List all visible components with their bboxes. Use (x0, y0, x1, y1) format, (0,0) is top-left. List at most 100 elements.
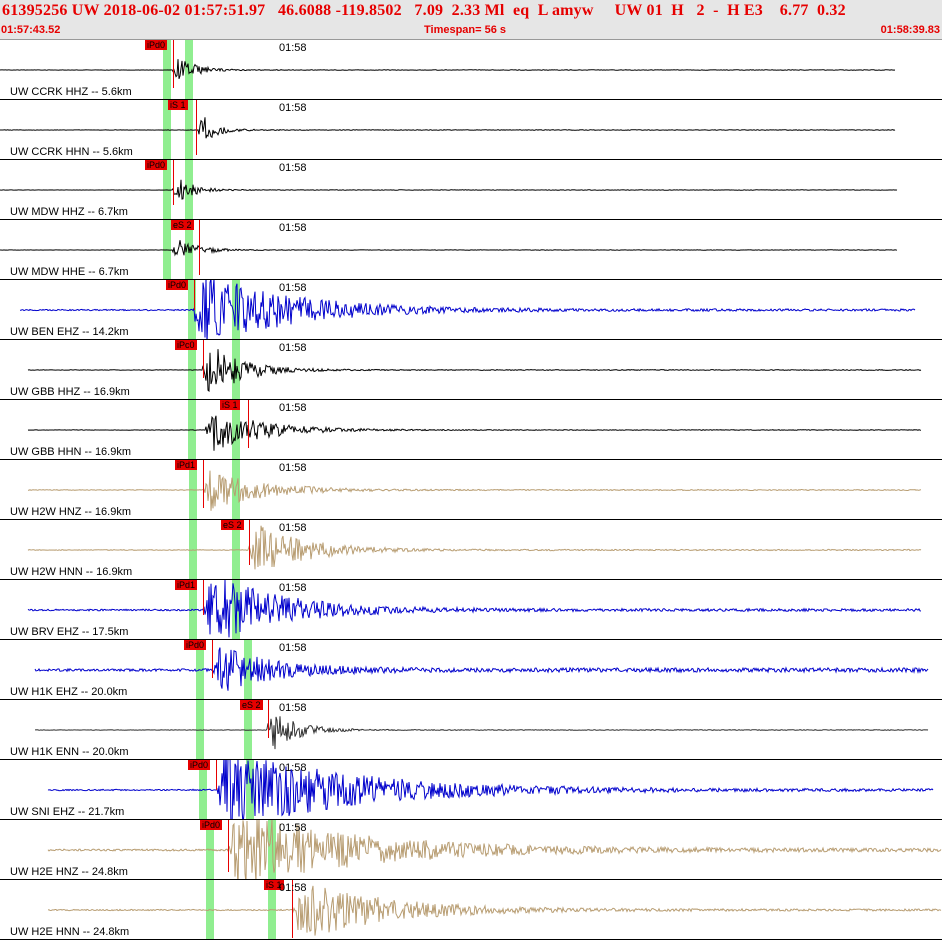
trace-panel[interactable]: iPd1 01:58 UW H2W HNZ -- 16.9km (0, 460, 942, 520)
waveform-trace (47, 760, 934, 819)
seismogram-panel-stack[interactable]: iPd0 01:58 UW CCRK HHZ -- 5.6km iS 1 01:58 UW… (0, 40, 942, 940)
trace-panel[interactable]: iPd0 01:58 UW BEN EHZ -- 14.2km (0, 280, 942, 340)
panel-time-label: 01:58 (279, 642, 307, 654)
waveform-plot (27, 520, 922, 579)
header-bar: 61395256 UW 2018-06-02 01:57:51.97 46.60… (0, 0, 942, 40)
panel-time-label: 01:58 (279, 702, 307, 714)
channel-label: UW GBB HHZ -- 16.9km (10, 386, 130, 398)
panel-time-label: 01:58 (279, 162, 307, 174)
phase-pick-label[interactable]: iS 1 (168, 100, 188, 110)
phase-pick-label[interactable]: iPc0 (175, 340, 197, 350)
trace-panel[interactable]: iPd0 01:58 UW H2E HNZ -- 24.8km (0, 820, 942, 880)
trace-panel[interactable]: iPd0 01:58 UW H1K EHZ -- 20.0km (0, 640, 942, 700)
pick-marker-line[interactable] (173, 160, 174, 205)
trace-panel[interactable]: iPd0 01:58 UW CCRK HHZ -- 5.6km (0, 40, 942, 100)
phase-pick-label[interactable]: iPd0 (184, 640, 207, 650)
waveform-trace (0, 240, 898, 257)
waveform-trace (27, 415, 922, 451)
waveform-plot (0, 220, 898, 279)
waveform-trace (0, 117, 896, 139)
waveform-plot (35, 700, 929, 759)
channel-label: UW H2E HNN -- 24.8km (10, 926, 130, 938)
pick-marker-line[interactable] (228, 820, 229, 872)
phase-pick-label[interactable]: iPd0 (145, 160, 168, 170)
trace-panel[interactable]: iS 1 01:58 UW H2E HNN -- 24.8km (0, 880, 942, 940)
phase-pick-label[interactable]: iPd1 (175, 460, 198, 470)
pick-marker-line[interactable] (196, 100, 197, 155)
waveform-plot (27, 400, 922, 459)
trace-panel[interactable]: iPc0 01:58 UW GBB HHZ -- 16.9km (0, 340, 942, 400)
waveform-trace (34, 647, 929, 691)
pick-marker-line[interactable] (203, 460, 204, 508)
trace-panel[interactable]: eS 2 01:58 UW H2W HNN -- 16.9km (0, 520, 942, 580)
waveform-trace (19, 280, 916, 339)
panel-time-label: 01:58 (279, 42, 307, 54)
phase-pick-label[interactable]: iPd1 (175, 580, 198, 590)
phase-pick-label[interactable]: iS 1 (220, 400, 240, 410)
trace-panel[interactable]: iS 1 01:58 UW GBB HHN -- 16.9km (0, 400, 942, 460)
pick-marker-line[interactable] (249, 520, 250, 565)
waveform-plot (47, 880, 942, 939)
channel-label: UW H1K ENN -- 20.0km (10, 746, 129, 758)
trace-panel[interactable]: iPd0 01:58 UW MDW HHZ -- 6.7km (0, 160, 942, 220)
channel-label: UW CCRK HHN -- 5.6km (10, 146, 133, 158)
phase-pick-label[interactable]: iPd0 (166, 280, 189, 290)
pick-marker-line[interactable] (268, 700, 269, 738)
waveform-plot (47, 760, 934, 819)
waveform-plot (28, 460, 922, 519)
waveform-trace (28, 470, 922, 511)
pick-marker-line[interactable] (216, 760, 217, 790)
waveform-trace (35, 716, 929, 750)
phase-pick-label[interactable]: eS 2 (240, 700, 263, 710)
panel-time-label: 01:58 (279, 462, 307, 474)
waveform-plot (19, 280, 916, 339)
start-time: 01:57:43.52 (1, 24, 61, 36)
waveform-plot (27, 580, 922, 639)
panel-time-label: 01:58 (279, 582, 307, 594)
pick-marker-line[interactable] (212, 640, 213, 678)
waveform-trace (47, 885, 942, 936)
channel-label: UW MDW HHE -- 6.7km (10, 266, 129, 278)
trace-panel[interactable]: eS 2 01:58 UW H1K ENN -- 20.0km (0, 700, 942, 760)
phase-pick-label[interactable]: eS 2 (171, 220, 194, 230)
channel-label: UW H1K EHZ -- 20.0km (10, 686, 128, 698)
panel-time-label: 01:58 (279, 822, 307, 834)
panel-time-label: 01:58 (279, 282, 307, 294)
channel-label: UW H2E HNZ -- 24.8km (10, 866, 128, 878)
waveform-trace (27, 525, 922, 570)
channel-label: UW GBB HHN -- 16.9km (10, 446, 132, 458)
waveform-plot (0, 40, 896, 99)
channel-label: UW CCRK HHZ -- 5.6km (10, 86, 132, 98)
trace-panel[interactable]: iS 1 01:58 UW CCRK HHN -- 5.6km (0, 100, 942, 160)
trace-panel[interactable]: eS 2 01:58 UW MDW HHE -- 6.7km (0, 220, 942, 280)
pick-marker-line[interactable] (248, 400, 249, 448)
waveform-trace (47, 820, 942, 879)
waveform-plot (34, 640, 929, 699)
panel-time-label: 01:58 (279, 522, 307, 534)
phase-pick-label[interactable]: iPd0 (188, 760, 211, 770)
panel-time-label: 01:58 (279, 102, 307, 114)
waveform-trace (0, 179, 898, 200)
phase-pick-label[interactable]: eS 2 (221, 520, 244, 530)
event-title: 61395256 UW 2018-06-02 01:57:51.97 46.60… (2, 2, 846, 19)
pick-marker-line[interactable] (203, 580, 204, 615)
waveform-trace (27, 349, 922, 393)
phase-pick-label[interactable]: iPd0 (200, 820, 223, 830)
trace-panel[interactable]: iPd0 01:58 UW SNI EHZ -- 21.7km (0, 760, 942, 820)
phase-pick-label[interactable]: iPd0 (145, 40, 168, 50)
waveform-trace (27, 580, 922, 638)
pick-marker-line[interactable] (199, 220, 200, 275)
panel-time-label: 01:58 (279, 882, 307, 894)
pick-marker-line[interactable] (194, 280, 195, 310)
panel-time-label: 01:58 (279, 222, 307, 234)
pick-marker-line[interactable] (173, 40, 174, 88)
waveform-plot (27, 340, 922, 399)
waveform-plot (0, 160, 898, 219)
time-axis-row: 01:57:43.52 Timespan= 56 s 01:58:39.83 (0, 24, 942, 38)
channel-label: UW H2W HNN -- 16.9km (10, 566, 133, 578)
channel-label: UW H2W HNZ -- 16.9km (10, 506, 131, 518)
pick-marker-line[interactable] (203, 340, 204, 378)
waveform-trace (0, 59, 896, 80)
panel-time-label: 01:58 (279, 342, 307, 354)
trace-panel[interactable]: iPd1 01:58 UW BRV EHZ -- 17.5km (0, 580, 942, 640)
